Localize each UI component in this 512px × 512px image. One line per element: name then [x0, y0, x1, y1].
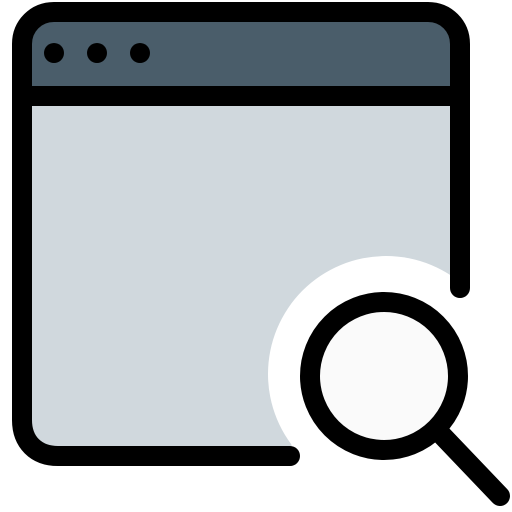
- window-dot-3-icon: [130, 43, 150, 63]
- browser-window-search-icon: [12, 2, 510, 506]
- icon-canvas: [0, 0, 512, 512]
- window-dot-2-icon: [87, 43, 107, 63]
- window-dot-1-icon: [44, 43, 64, 63]
